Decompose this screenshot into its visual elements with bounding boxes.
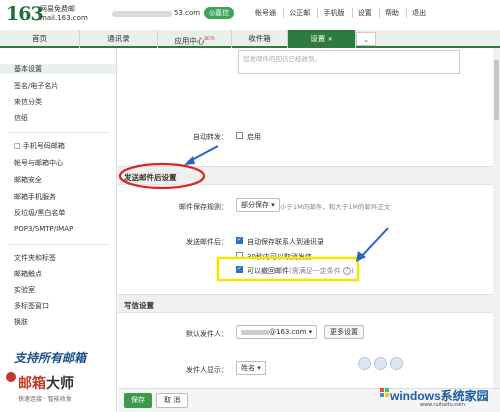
sender-display-value: 姓名 [241, 364, 255, 372]
top-bar: 163 网易免费邮 mail.163.com 53.com ▾ ◎嘉信 帐号通 … [0, 0, 500, 30]
account-switcher[interactable]: 53.com ▾ [112, 8, 208, 20]
link-mobile[interactable]: 手机版 [317, 8, 349, 18]
sidebar-divider [8, 132, 108, 133]
section-after-send: 发送邮件后设置 [118, 166, 500, 185]
save-button[interactable]: 保存 [124, 393, 152, 408]
avatar[interactable] [358, 357, 371, 370]
avatar[interactable] [374, 357, 387, 370]
save-contact-option: 自动保存联系人到通讯录 [247, 238, 324, 246]
blurred-sender [241, 329, 269, 335]
auto-forward-option: 启用 [247, 133, 261, 141]
tab-app-center-label: 应用中心 [174, 36, 205, 46]
sidebar-item-antispam[interactable]: 反垃圾/黑白名单 [14, 208, 65, 218]
link-logout[interactable]: 退出 [406, 8, 431, 18]
save-rule-label: 邮件保存规则： [179, 203, 228, 211]
logo-subtitle: 网易免费邮 mail.163.com [40, 5, 88, 23]
default-sender-label: 默认发件人： [186, 330, 228, 338]
tab-settings[interactable]: 设置 ✕ [288, 30, 356, 48]
sender-display-select[interactable]: 姓名 ▾ [236, 361, 266, 375]
logo-line1: 网易免费邮 [40, 5, 75, 13]
after-send-label: 发送邮件后： [186, 238, 228, 246]
sidebar-item-classify[interactable]: 来信分类 [14, 97, 42, 107]
scrollbar[interactable] [493, 48, 500, 388]
sidebar-item-mobile-service[interactable]: 邮箱手机服务 [14, 192, 56, 202]
promo-slogan[interactable]: 支持所有邮箱 [14, 349, 86, 366]
beta-badge: BETA [204, 36, 215, 41]
sidebar-item-lab[interactable]: 实验室 [14, 285, 35, 295]
tab-contacts[interactable]: 通讯录 [80, 30, 158, 48]
sidebar-item-touchpoints[interactable]: 邮箱触点 [14, 269, 42, 279]
auto-forward-label: 自动转发： [193, 133, 228, 141]
link-settings[interactable]: 设置 [351, 8, 377, 18]
help-icon[interactable]: ? [342, 267, 351, 275]
undo-send-checkbox[interactable] [236, 252, 243, 259]
auto-reply-textarea[interactable]: 您发邮件的回信已经收到。 [238, 50, 460, 74]
watermark-url: www.ruihaitu.com [420, 402, 466, 408]
tab-home[interactable]: 首页 [0, 30, 80, 48]
promo-brand-b: 大师 [46, 376, 74, 392]
more-settings-button[interactable]: 更多设置 [324, 325, 364, 339]
recall-hint: (需满足一定条件 [289, 267, 341, 275]
close-icon[interactable]: ✕ [328, 36, 333, 43]
sidebar-item-signature[interactable]: 签名/电子名片 [14, 81, 58, 91]
sidebar-item-phone-mailbox[interactable]: □ 手机号码邮箱 [14, 141, 65, 151]
scrollbar-thumb[interactable] [494, 60, 499, 120]
sidebar-item-basic[interactable]: 基本设置 [0, 64, 116, 74]
link-notary-mail[interactable]: 公正邮 [283, 8, 315, 18]
top-links: 帐号通 公正邮 手机版 设置 帮助 退出 [250, 8, 431, 18]
tab-inbox[interactable]: 收件箱 [232, 30, 288, 48]
section-compose-title: 写信设置 [124, 301, 154, 310]
sidebar-item-account-center[interactable]: 帐号与邮箱中心 [14, 158, 63, 168]
account-domain: 53.com [174, 9, 201, 17]
save-rule-hint: 小于1M的邮件，和大于1M的邮件正文 [280, 203, 391, 211]
save-contact-checkbox[interactable] [236, 236, 243, 244]
recall-option-label: 可以撤回邮件 [247, 267, 289, 275]
auto-forward-checkbox[interactable] [236, 132, 243, 139]
tab-app-center[interactable]: 应用中心BETA [158, 30, 232, 48]
default-sender-select[interactable]: @163.com ▾ [236, 325, 318, 339]
sidebar-item-security[interactable]: 邮箱安全 [14, 175, 42, 185]
undo-send-option: 30秒内可以取消发信 [247, 253, 312, 261]
section-after-send-title: 发送邮件后设置 [124, 173, 177, 182]
sidebar-divider [8, 244, 108, 245]
default-sender-value: @163.com [269, 328, 307, 336]
tab-settings-label: 设置 [310, 34, 326, 43]
save-rule-select[interactable]: 部分保存 ▾ [236, 198, 280, 212]
link-account[interactable]: 帐号通 [250, 8, 281, 18]
recall-option: 可以撤回邮件(需满足一定条件 ?) [247, 266, 354, 276]
blurred-account-name [112, 11, 172, 17]
recall-checkbox[interactable] [236, 265, 243, 273]
recall-hint-close: ) [350, 267, 354, 275]
windows-logo-icon [380, 388, 389, 397]
sidebar-item-pop3[interactable]: POP3/SMTP/IMAP [14, 225, 73, 233]
promo-brand[interactable]: 邮箱大师 [18, 373, 74, 393]
link-help[interactable]: 帮助 [378, 8, 404, 18]
avatar[interactable] [390, 357, 403, 370]
logo-line2: mail.163.com [40, 14, 88, 22]
promo-app-icon [6, 372, 16, 382]
settings-content: 您发邮件的回信已经收到。 自动转发： 启用 发送邮件后设置 邮件保存规则： 部分… [118, 48, 500, 412]
watermark: windows系统家园 www.ruihaitu.com [380, 382, 500, 412]
sidebar-item-folders[interactable]: 文件夹和标签 [14, 253, 56, 263]
sidebar-item-stationery[interactable]: 信纸 [14, 113, 28, 123]
section-compose: 写信设置 [118, 294, 500, 313]
logo[interactable]: 163 [6, 3, 44, 25]
save-rule-value: 部分保存 [241, 201, 269, 209]
sender-display-label: 发件人显示： [186, 366, 228, 374]
tab-more-chevron-icon[interactable]: ⌄ [356, 32, 376, 46]
sidebar-item-skin[interactable]: 换肤 [14, 317, 28, 327]
vip-badge[interactable]: ◎嘉信 [204, 7, 235, 19]
sidebar-item-multitab[interactable]: 多标签窗口 [14, 301, 49, 311]
promo-brand-a: 邮箱 [18, 376, 46, 392]
tab-bar: 首页 通讯录 应用中心BETA 收件箱 设置 ✕ ⌄ [0, 30, 500, 48]
promo-subtitle: 快速连接 · 智能收发 [18, 396, 72, 403]
cancel-button[interactable]: 取 消 [156, 393, 189, 408]
